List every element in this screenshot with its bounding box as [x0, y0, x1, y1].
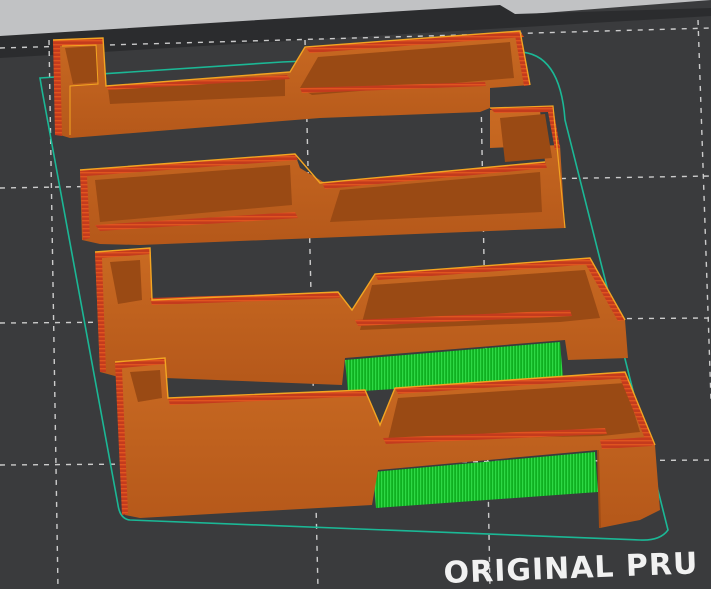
3d-scene[interactable]: ORIGINAL PRU — [0, 0, 711, 589]
print-preview-viewport[interactable]: ORIGINAL PRU — [0, 0, 711, 589]
